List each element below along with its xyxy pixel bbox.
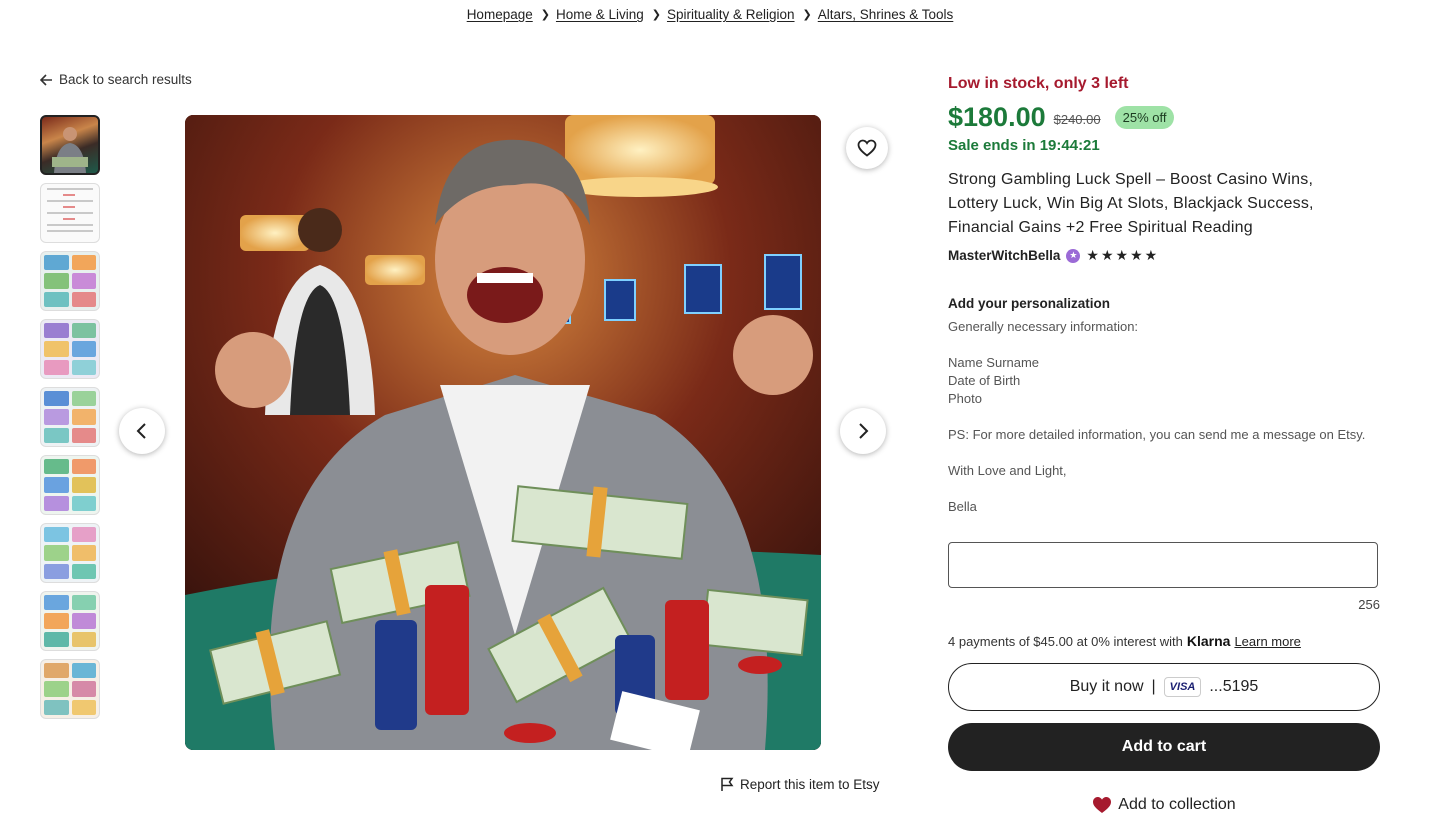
rating-stars: ★★★★★	[1086, 247, 1160, 263]
buy-it-now-button[interactable]: Buy it now | VISA ...5195	[948, 663, 1380, 711]
thumbnail-3[interactable]	[40, 251, 100, 311]
chevron-right-icon	[859, 423, 869, 439]
arrow-left-icon	[40, 73, 52, 86]
chevron-left-icon	[136, 423, 146, 439]
shop-info: MasterWitchBella ★ ★★★★★	[948, 247, 1159, 264]
favorite-button[interactable]	[846, 127, 888, 169]
buy-now-label: Buy it now	[1069, 678, 1144, 695]
back-to-search-link[interactable]: Back to search results	[40, 72, 192, 87]
previous-image-button[interactable]	[119, 408, 165, 454]
thumbnail-7[interactable]	[40, 523, 100, 583]
add-to-cart-button[interactable]: Add to cart	[948, 723, 1380, 771]
breadcrumb-home-living[interactable]: Home & Living	[556, 7, 644, 22]
listing-title: Strong Gambling Luck Spell – Boost Casin…	[948, 171, 1314, 236]
next-image-button[interactable]	[840, 408, 886, 454]
add-to-collection-label: Add to collection	[1118, 796, 1236, 813]
thumbnail-photo	[52, 127, 88, 173]
sale-price: $180.00	[948, 102, 1046, 132]
stock-warning: Low in stock, only 3 left	[948, 75, 1129, 92]
thumbnail-1[interactable]	[40, 115, 100, 175]
card-last4: ...5195	[1209, 678, 1259, 695]
chevron-right-icon: ❯	[651, 9, 661, 21]
breadcrumb-homepage[interactable]: Homepage	[467, 7, 533, 22]
thumbnail-4[interactable]	[40, 319, 100, 379]
sale-countdown: Sale ends in 19:44:21	[948, 137, 1100, 154]
klarna-learn-more-link[interactable]: Learn more	[1234, 634, 1300, 649]
thumbnail-5[interactable]	[40, 387, 100, 447]
heart-filled-icon	[1093, 797, 1112, 813]
personalization-input[interactable]	[948, 542, 1378, 588]
discount-badge: 25% off	[1114, 106, 1175, 129]
chevron-right-icon: ❯	[802, 9, 812, 21]
heart-outline-icon	[857, 139, 877, 157]
klarna-text: 4 payments of $45.00 at 0% interest with	[948, 634, 1183, 649]
klarna-logo: Klarna	[1186, 633, 1231, 649]
breadcrumb-spirituality-religion[interactable]: Spirituality & Religion	[667, 7, 795, 22]
star-seller-icon: ★	[1066, 248, 1081, 263]
divider: |	[1151, 678, 1156, 695]
main-product-image[interactable]	[185, 115, 821, 750]
character-counter: 256	[1358, 597, 1380, 612]
report-link-label: Report this item to Etsy	[740, 777, 880, 792]
chevron-right-icon: ❯	[540, 9, 550, 21]
flag-icon	[721, 777, 734, 791]
add-to-collection-button[interactable]: Add to collection	[948, 796, 1380, 814]
thumbnail-2[interactable]	[40, 183, 100, 243]
thumbnail-6[interactable]	[40, 455, 100, 515]
visa-card-icon: VISA	[1163, 677, 1202, 697]
breadcrumb: Homepage ❯ Home & Living ❯ Spirituality …	[0, 7, 1420, 22]
back-link-label: Back to search results	[59, 72, 192, 87]
breadcrumb-altars-shrines-tools[interactable]: Altars, Shrines & Tools	[818, 7, 954, 22]
shop-name-link[interactable]: MasterWitchBella	[948, 248, 1060, 263]
thumbnail-8[interactable]	[40, 591, 100, 651]
report-item-link[interactable]: Report this item to Etsy	[720, 777, 880, 792]
original-price: $240.00	[1053, 111, 1101, 127]
klarna-installments: 4 payments of $45.00 at 0% interest with…	[948, 633, 1301, 649]
personalization-title: Add your personalization	[948, 296, 1111, 311]
thumbnail-9[interactable]	[40, 659, 100, 719]
casino-winner-illustration	[185, 115, 821, 750]
price-row: $180.00 $240.00 25% off	[948, 102, 1175, 133]
personalization-instructions: Generally necessary information: Name Su…	[948, 319, 1366, 514]
thumbnail-list	[40, 115, 100, 727]
